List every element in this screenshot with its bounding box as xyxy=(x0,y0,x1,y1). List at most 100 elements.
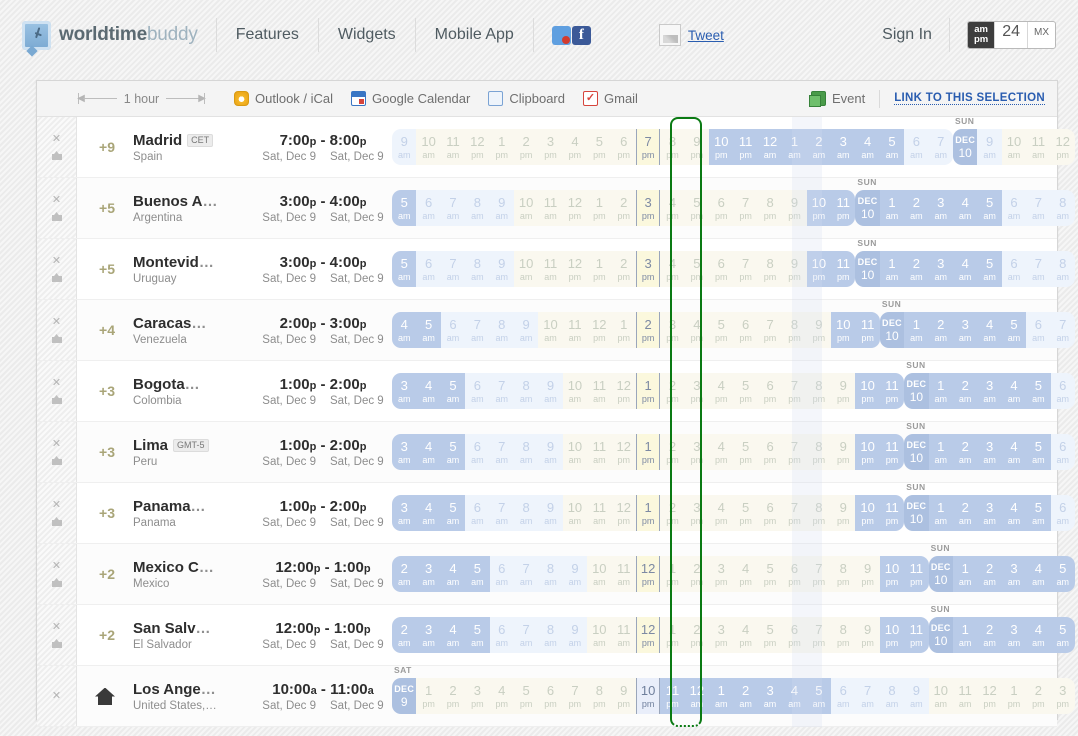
hour-cell[interactable]: 7 am xyxy=(513,556,539,592)
hour-cell[interactable]: 7 pm xyxy=(757,312,783,348)
export-clipboard-button[interactable]: Clipboard xyxy=(488,91,565,106)
timezone-row[interactable]: ✕ +9 Madrid CET Spain 7:00p - 8:00p Sat, Dec 9… xyxy=(37,116,1075,178)
hour-cell[interactable]: 10 am xyxy=(928,678,953,714)
hour-cell-selected[interactable]: 12 pm xyxy=(635,556,661,592)
facebook-icon[interactable]: f xyxy=(571,25,591,45)
hour-cell[interactable]: 5 pm xyxy=(733,495,758,531)
hour-cell[interactable]: 5 am xyxy=(1001,312,1027,348)
hour-cell[interactable]: 5 pm xyxy=(513,678,539,714)
remove-row-icon[interactable]: ✕ xyxy=(52,561,61,572)
hour-cell[interactable]: 12 am xyxy=(684,678,710,714)
hour-cell[interactable]: 4 am xyxy=(977,312,1002,348)
hour-cell[interactable]: 3 pm xyxy=(684,434,710,470)
sign-in-link[interactable]: Sign In xyxy=(882,26,932,44)
hour-cell[interactable]: 1 am xyxy=(928,434,953,470)
timezone-row[interactable]: ✕ +3 Bogota… Colombia 1:00p - 2:00p Sat, Dec … xyxy=(37,360,1075,422)
hour-cell[interactable]: 7 am xyxy=(928,129,953,165)
hour-cell[interactable]: 9 pm xyxy=(782,251,807,287)
hour-cell[interactable]: 4 pm xyxy=(733,617,758,653)
hour-cell[interactable]: 12 pm xyxy=(977,678,1002,714)
hour-cell[interactable]: 11 pm xyxy=(831,190,856,226)
hour-cell[interactable]: 8 pm xyxy=(757,190,783,226)
hour-timeline[interactable]: 2 am 3 am 4 am 5 am 6 am 7 am 8 am 9 am 10 am 11 am 12 pm 1 pm 2… xyxy=(392,604,1078,665)
hour-cell[interactable]: 4 am xyxy=(1001,495,1027,531)
hour-cell[interactable]: 3 am xyxy=(928,190,953,226)
hour-cell[interactable]: 8 am xyxy=(1050,251,1075,287)
hour-cell[interactable]: 6 pm xyxy=(538,678,563,714)
hour-cell[interactable]: 10 pm xyxy=(879,617,905,653)
hour-cell[interactable]: 6 am xyxy=(1050,434,1075,470)
hour-cell[interactable]: 1 am xyxy=(952,556,978,592)
hour-cell[interactable]: 11 pm xyxy=(904,617,929,653)
hour-cell[interactable]: 8 am xyxy=(1050,190,1075,226)
hour-cell[interactable]: 2 am xyxy=(904,190,929,226)
hour-cell[interactable]: 9 am xyxy=(489,190,514,226)
hour-cell[interactable]: 10 am xyxy=(416,129,441,165)
hour-cell[interactable]: 4 am xyxy=(416,373,441,409)
hour-cell[interactable]: 6 pm xyxy=(782,617,807,653)
hour-cell[interactable]: 10 pm xyxy=(855,495,880,531)
hour-cell[interactable]: 6 am xyxy=(1050,495,1075,531)
hour-cell[interactable]: 4 pm xyxy=(709,373,734,409)
hour-cell[interactable]: 2 am xyxy=(904,251,929,287)
hour-cell[interactable]: 10 am xyxy=(1001,129,1027,165)
hour-cell[interactable]: 5 am xyxy=(465,556,490,592)
hour-cell[interactable]: 3 am xyxy=(392,495,417,531)
hour-cell[interactable]: SUN DEC 10 xyxy=(928,604,953,653)
hour-cell[interactable]: 5 am xyxy=(977,251,1002,287)
hour-cell[interactable]: 2 pm xyxy=(660,495,685,531)
hour-cell[interactable]: 2 pm xyxy=(660,373,685,409)
hour-cell[interactable]: 5 pm xyxy=(684,190,710,226)
hour-cell[interactable]: 8 pm xyxy=(782,312,807,348)
hour-cell[interactable]: SAT DEC 9 xyxy=(392,665,417,714)
hour-cell[interactable]: 7 am xyxy=(1026,190,1051,226)
hour-cell[interactable]: 5 am xyxy=(465,617,490,653)
city-info[interactable]: Lima GMT-5 Peru xyxy=(119,422,254,482)
hour-cell[interactable]: 5 pm xyxy=(757,617,783,653)
hour-cell[interactable]: 3 pm xyxy=(684,373,710,409)
export-google-calendar-button[interactable]: Google Calendar xyxy=(351,91,470,106)
hour-cell[interactable]: 11 am xyxy=(587,495,612,531)
hour-cell[interactable]: 11 am xyxy=(1026,129,1051,165)
hour-cell[interactable]: 2 pm xyxy=(611,190,636,226)
hour-cell-selected[interactable]: 12 pm xyxy=(635,617,661,653)
hour-cell[interactable]: 3 am xyxy=(928,251,953,287)
hour-cell[interactable]: 7 am xyxy=(855,678,880,714)
hour-cell[interactable]: 10 am xyxy=(538,312,563,348)
hour-cell[interactable]: 7 am xyxy=(489,495,514,531)
hour-cell[interactable]: 5 am xyxy=(977,190,1002,226)
hour-cell[interactable]: 9 am xyxy=(538,495,563,531)
nav-link-widgets[interactable]: Widgets xyxy=(319,26,415,44)
hour-cell[interactable]: 3 am xyxy=(977,434,1002,470)
export-outlook-ical-button[interactable]: Outlook / iCal xyxy=(234,91,333,106)
hour-timeline[interactable]: 2 am 3 am 4 am 5 am 6 am 7 am 8 am 9 am 10 am 11 am 12 pm 1 pm 2… xyxy=(392,543,1078,604)
hour-cell[interactable]: 11 am xyxy=(562,312,588,348)
hour-cell[interactable]: 11 am xyxy=(538,251,563,287)
hour-cell[interactable]: 10 am xyxy=(513,190,539,226)
hour-cell[interactable]: 11 pm xyxy=(733,129,758,165)
hour-cell[interactable]: 11 pm xyxy=(660,678,685,714)
hour-cell[interactable]: 3 pm xyxy=(538,129,563,165)
hour-cell[interactable]: 3 pm xyxy=(660,312,685,348)
hour-cell[interactable]: SUN DEC 10 xyxy=(928,543,953,592)
format-ampm-button[interactable]: am pm xyxy=(967,22,995,48)
hour-cell[interactable]: 6 am xyxy=(465,434,490,470)
hour-cell[interactable]: 6 pm xyxy=(782,556,807,592)
hour-cell[interactable]: 7 am xyxy=(1026,251,1051,287)
hour-timeline[interactable]: 5 am 6 am 7 am 8 am 9 am 10 am 11 am 12 pm 1 pm 2 pm 3 pm 4 pm 5… xyxy=(392,238,1078,299)
nav-link-features[interactable]: Features xyxy=(217,26,318,44)
hour-cell[interactable]: 4 pm xyxy=(733,556,758,592)
hour-cell[interactable]: 2 pm xyxy=(611,251,636,287)
hour-cell[interactable]: 12 pm xyxy=(587,312,612,348)
hour-cell[interactable]: 8 pm xyxy=(660,129,685,165)
hour-cell[interactable]: 4 pm xyxy=(660,190,685,226)
hour-cell[interactable]: 8 pm xyxy=(831,617,856,653)
set-home-icon[interactable] xyxy=(51,273,62,282)
hour-cell[interactable]: 2 pm xyxy=(513,129,539,165)
hour-cell[interactable]: 11 pm xyxy=(831,251,856,287)
export-gmail-button[interactable]: ✓ Gmail xyxy=(583,91,638,106)
hour-cell[interactable]: 4 am xyxy=(1026,556,1051,592)
hour-cell[interactable]: 1 pm xyxy=(416,678,441,714)
hour-cell[interactable]: 11 pm xyxy=(879,495,905,531)
hour-cell[interactable]: 5 pm xyxy=(684,251,710,287)
